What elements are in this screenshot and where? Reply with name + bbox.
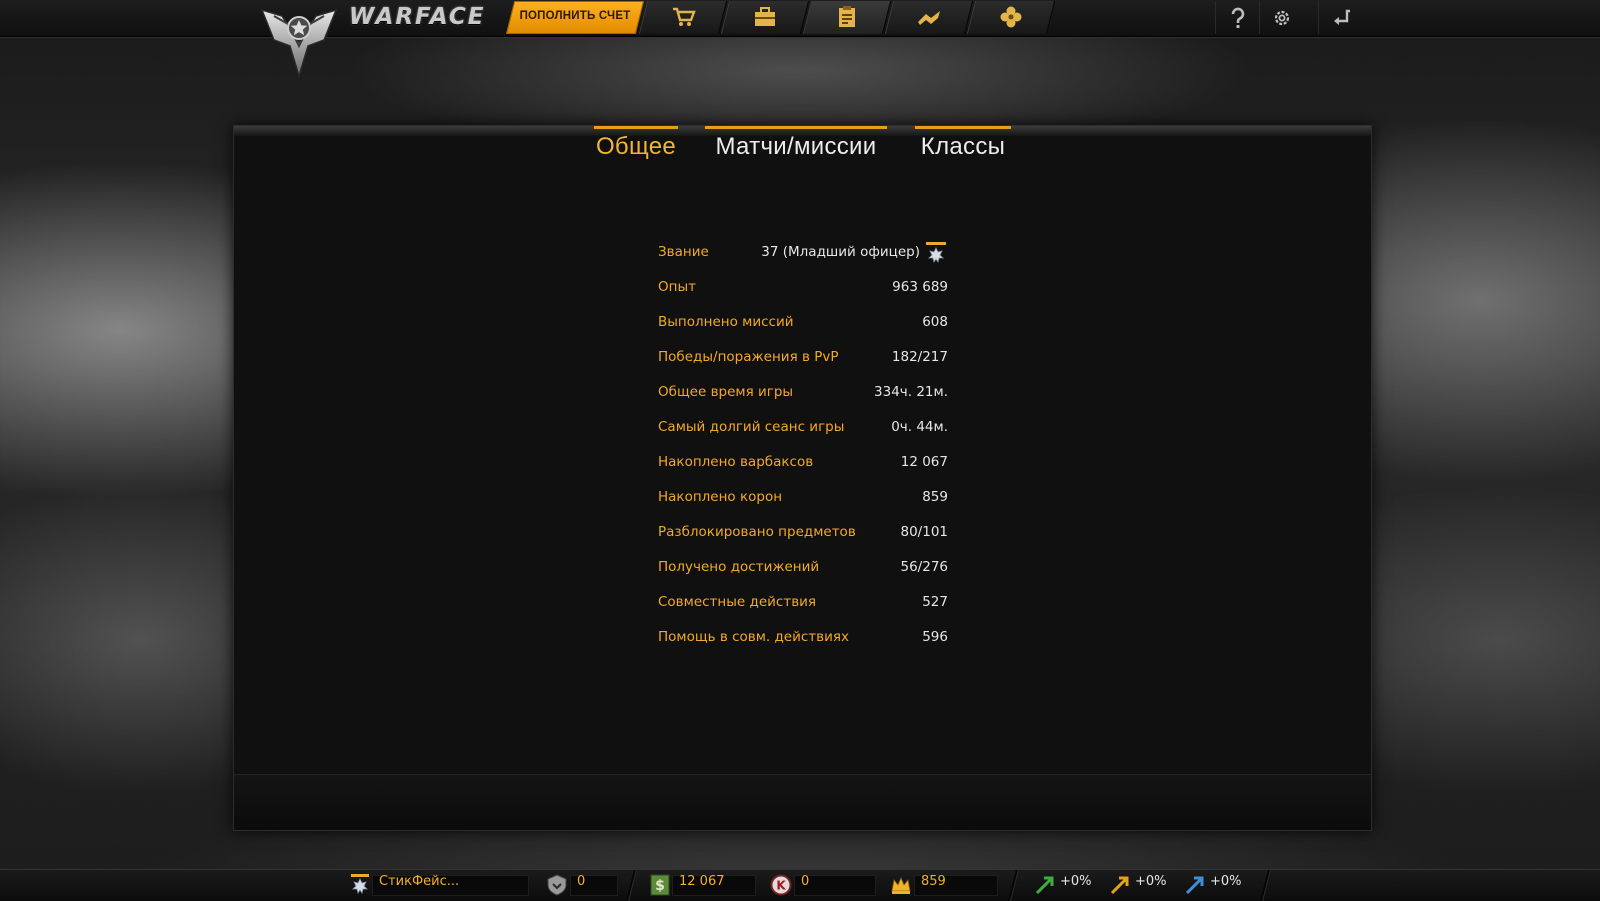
settings-button[interactable] <box>1259 1 1304 34</box>
vp-booster-value: +0% <box>1210 874 1242 889</box>
vip-value: 0 <box>577 874 586 889</box>
warface-emblem-icon <box>260 8 338 79</box>
stats-list: Звание 37 (Младший офицер) Опыт 963 689 … <box>658 240 948 660</box>
tab-matches-missions-label: Матчи/миссии <box>715 133 877 160</box>
tab-classes[interactable]: Классы <box>915 126 1011 162</box>
stat-value: 334ч. 21м. <box>874 384 948 400</box>
stat-label: Победы/поражения в PvP <box>658 349 839 365</box>
vip-shield-icon <box>547 874 567 896</box>
stat-row-pvp-win-loss: Победы/поражения в PvP 182/217 <box>658 345 948 380</box>
stat-label: Выполнено миссий <box>658 314 794 330</box>
stat-row-longest-session: Самый долгий сеанс игры 0ч. 44м. <box>658 415 948 450</box>
stat-value: 80/101 <box>900 524 949 540</box>
warbucks-value: 12 067 <box>679 874 725 889</box>
stat-value: 0ч. 44м. <box>891 419 948 435</box>
help-button[interactable] <box>1215 1 1260 34</box>
kredits-value: 0 <box>801 874 810 889</box>
stat-value: 37 (Младший офицер) <box>761 244 920 260</box>
stat-label: Накоплено варбаксов <box>658 454 814 470</box>
stat-row-missions-completed: Выполнено миссий 608 <box>658 310 948 345</box>
stat-label: Совместные действия <box>658 594 817 610</box>
nav-tab-clan[interactable] <box>966 1 1056 34</box>
bottom-status-bar: СтикФейс... 0 $ 12 067 K 0 859 +0% +0% +… <box>0 869 1600 901</box>
stat-label: Получено достижений <box>658 559 820 575</box>
stat-label: Звание <box>658 244 709 260</box>
stat-row-coop-assists: Помощь в совм. действиях 596 <box>658 625 948 660</box>
player-name: СтикФейс... <box>379 874 460 889</box>
bottom-separator <box>626 870 637 901</box>
stat-label: Накоплено корон <box>658 489 783 505</box>
money-booster-value: +0% <box>1135 874 1167 889</box>
settings-gear-icon <box>1274 10 1290 26</box>
stat-value: 596 <box>922 629 948 645</box>
bottom-separator <box>1008 870 1019 901</box>
stat-row-achievements: Получено достижений 56/276 <box>658 555 948 590</box>
stat-label: Помощь в совм. действиях <box>658 629 850 645</box>
help-icon <box>1231 7 1245 28</box>
rank-insignia-icon <box>926 242 946 263</box>
panel-footer <box>234 774 1371 830</box>
player-rank-icon <box>351 874 369 894</box>
kredits-icon: K <box>770 874 792 896</box>
stat-row-coop-actions: Совместные действия 527 <box>658 590 948 625</box>
top-up-account-button[interactable] <box>505 1 645 34</box>
stat-row-experience: Опыт 963 689 <box>658 275 948 310</box>
stat-label: Самый долгий сеанс игры <box>658 419 845 435</box>
stat-value: 859 <box>922 489 948 505</box>
exit-back-icon <box>1334 9 1350 25</box>
money-booster-icon <box>1110 876 1129 895</box>
nav-tab-ranks[interactable] <box>884 1 974 34</box>
stat-row-total-playtime: Общее время игры 334ч. 21м. <box>658 380 948 415</box>
crowns-value: 859 <box>921 874 946 889</box>
stat-label: Опыт <box>658 279 696 295</box>
tab-general-label: Общее <box>595 133 677 160</box>
svg-text:$: $ <box>655 878 665 894</box>
stat-row-items-unlocked: Разблокировано предметов 80/101 <box>658 520 948 555</box>
svg-text:K: K <box>776 879 786 893</box>
stat-value: 56/276 <box>900 559 949 575</box>
stat-label: Общее время игры <box>658 384 794 400</box>
vp-booster-icon <box>1185 876 1204 895</box>
stat-value: 963 689 <box>892 279 948 295</box>
stat-row-rank: Звание 37 (Младший офицер) <box>658 240 948 275</box>
stat-row-crowns-earned: Накоплено корон 859 <box>658 485 948 520</box>
warbucks-icon: $ <box>650 874 670 896</box>
nav-tab-statistics[interactable] <box>802 1 892 34</box>
top-navigation-bar: WARFACE ПОПОЛНИТЬ СЧЕТ <box>0 0 1600 37</box>
xp-booster-icon <box>1035 876 1054 895</box>
exit-button[interactable] <box>1318 1 1365 34</box>
tab-classes-label: Классы <box>920 133 1006 160</box>
tab-general[interactable]: Общее <box>594 126 678 162</box>
tab-matches-missions[interactable]: Матчи/миссии <box>705 126 887 162</box>
crown-icon <box>891 876 911 894</box>
stat-row-warbucks-earned: Накоплено варбаксов 12 067 <box>658 450 948 485</box>
bottom-separator <box>1260 870 1271 901</box>
stat-label: Разблокировано предметов <box>658 524 856 540</box>
nav-tab-inventory[interactable] <box>720 1 810 34</box>
stat-value: 608 <box>922 314 948 330</box>
stat-value: 12 067 <box>900 454 948 470</box>
stat-value: 527 <box>922 594 948 610</box>
nav-tab-shop[interactable] <box>638 1 728 34</box>
xp-booster-value: +0% <box>1060 874 1092 889</box>
game-logo-text: WARFACE <box>349 4 486 30</box>
stat-value: 182/217 <box>891 349 948 365</box>
